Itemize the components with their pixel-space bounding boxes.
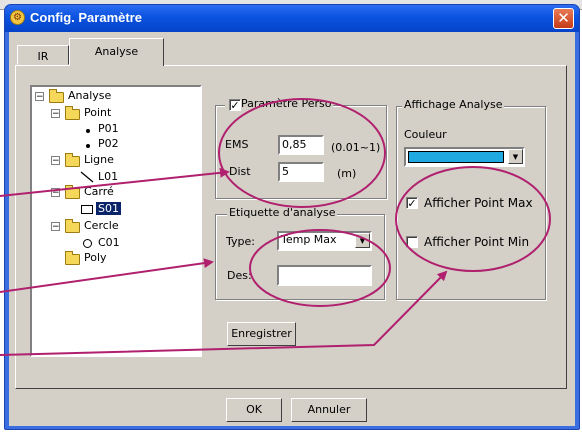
afficher-max-checkbox[interactable]: ✓ <box>406 197 418 209</box>
collapse-icon[interactable]: − <box>51 156 60 166</box>
couleur-label: Couleur <box>404 128 447 141</box>
etiquette-title: Etiquette d'analyse <box>227 206 338 219</box>
ok-button[interactable]: OK <box>226 398 282 422</box>
affichage-title: Affichage Analyse <box>402 98 505 111</box>
afficher-max-label[interactable]: Afficher Point Max <box>424 196 533 210</box>
type-label: Type: <box>226 235 255 248</box>
des-label: Des: <box>227 269 252 282</box>
point-icon <box>86 129 90 133</box>
circle-icon <box>83 239 92 248</box>
parametre-perso-label[interactable]: Paramètre Perso <box>225 97 334 110</box>
afficher-min-checkbox[interactable] <box>406 236 418 248</box>
close-button[interactable]: ✕ <box>553 8 574 29</box>
color-swatch <box>408 151 504 163</box>
tree-item-ligne[interactable]: Ligne <box>84 153 114 166</box>
ems-range-label: (0.01~1) <box>331 141 381 154</box>
folder-icon <box>49 89 64 103</box>
chevron-down-icon[interactable]: ▼ <box>508 149 523 164</box>
folder-icon <box>65 219 80 233</box>
collapse-icon[interactable]: − <box>35 92 44 102</box>
tree-item-carre[interactable]: Carré <box>84 185 114 198</box>
group-etiquette <box>215 214 385 300</box>
folder-icon <box>65 185 80 199</box>
chevron-down-icon[interactable]: ▼ <box>355 233 370 248</box>
window-title: Config. Paramètre <box>30 10 142 25</box>
tree-item-c01[interactable]: C01 <box>98 236 120 249</box>
parametre-perso-checkbox[interactable]: ✓ <box>229 99 241 111</box>
enregistrer-button[interactable]: Enregistrer <box>227 322 296 346</box>
folder-icon <box>65 251 80 265</box>
rectangle-icon <box>81 205 93 214</box>
collapse-icon[interactable]: − <box>51 222 60 232</box>
ems-label: EMS <box>225 138 249 151</box>
dist-input[interactable]: 5 <box>278 162 324 182</box>
tree-item-cercle[interactable]: Cercle <box>84 219 119 232</box>
des-input[interactable] <box>277 265 372 286</box>
tree-item-s01[interactable]: S01 <box>96 202 121 215</box>
line-icon <box>80 171 94 183</box>
tree-item-analyse[interactable]: Analyse <box>68 89 111 102</box>
tree-item-l01[interactable]: L01 <box>98 170 118 183</box>
tree-item-p01[interactable]: P01 <box>98 122 119 135</box>
app-icon: ⚙ <box>10 10 25 25</box>
afficher-min-label[interactable]: Afficher Point Min <box>424 235 529 249</box>
folder-icon <box>65 106 80 120</box>
dist-label: Dist <box>229 165 251 178</box>
tab-analyse[interactable]: Analyse <box>69 38 164 66</box>
collapse-icon[interactable]: − <box>51 188 60 198</box>
dist-unit-label: (m) <box>337 167 357 180</box>
collapse-icon[interactable]: − <box>51 109 60 119</box>
annuler-button[interactable]: Annuler <box>291 398 367 422</box>
couleur-select[interactable] <box>404 147 525 167</box>
tab-ir[interactable]: IR <box>17 45 69 65</box>
folder-icon <box>65 153 80 167</box>
analysis-tree[interactable]: − Analyse − Point P01 P02 − Ligne L01 − … <box>30 85 202 357</box>
point-icon <box>86 144 90 148</box>
tree-item-p02[interactable]: P02 <box>98 137 119 150</box>
ems-input[interactable]: 0,85 <box>278 135 324 155</box>
type-select-value: Temp Max <box>281 233 337 246</box>
tree-item-point[interactable]: Point <box>84 106 111 119</box>
tree-item-poly[interactable]: Poly <box>84 251 107 264</box>
